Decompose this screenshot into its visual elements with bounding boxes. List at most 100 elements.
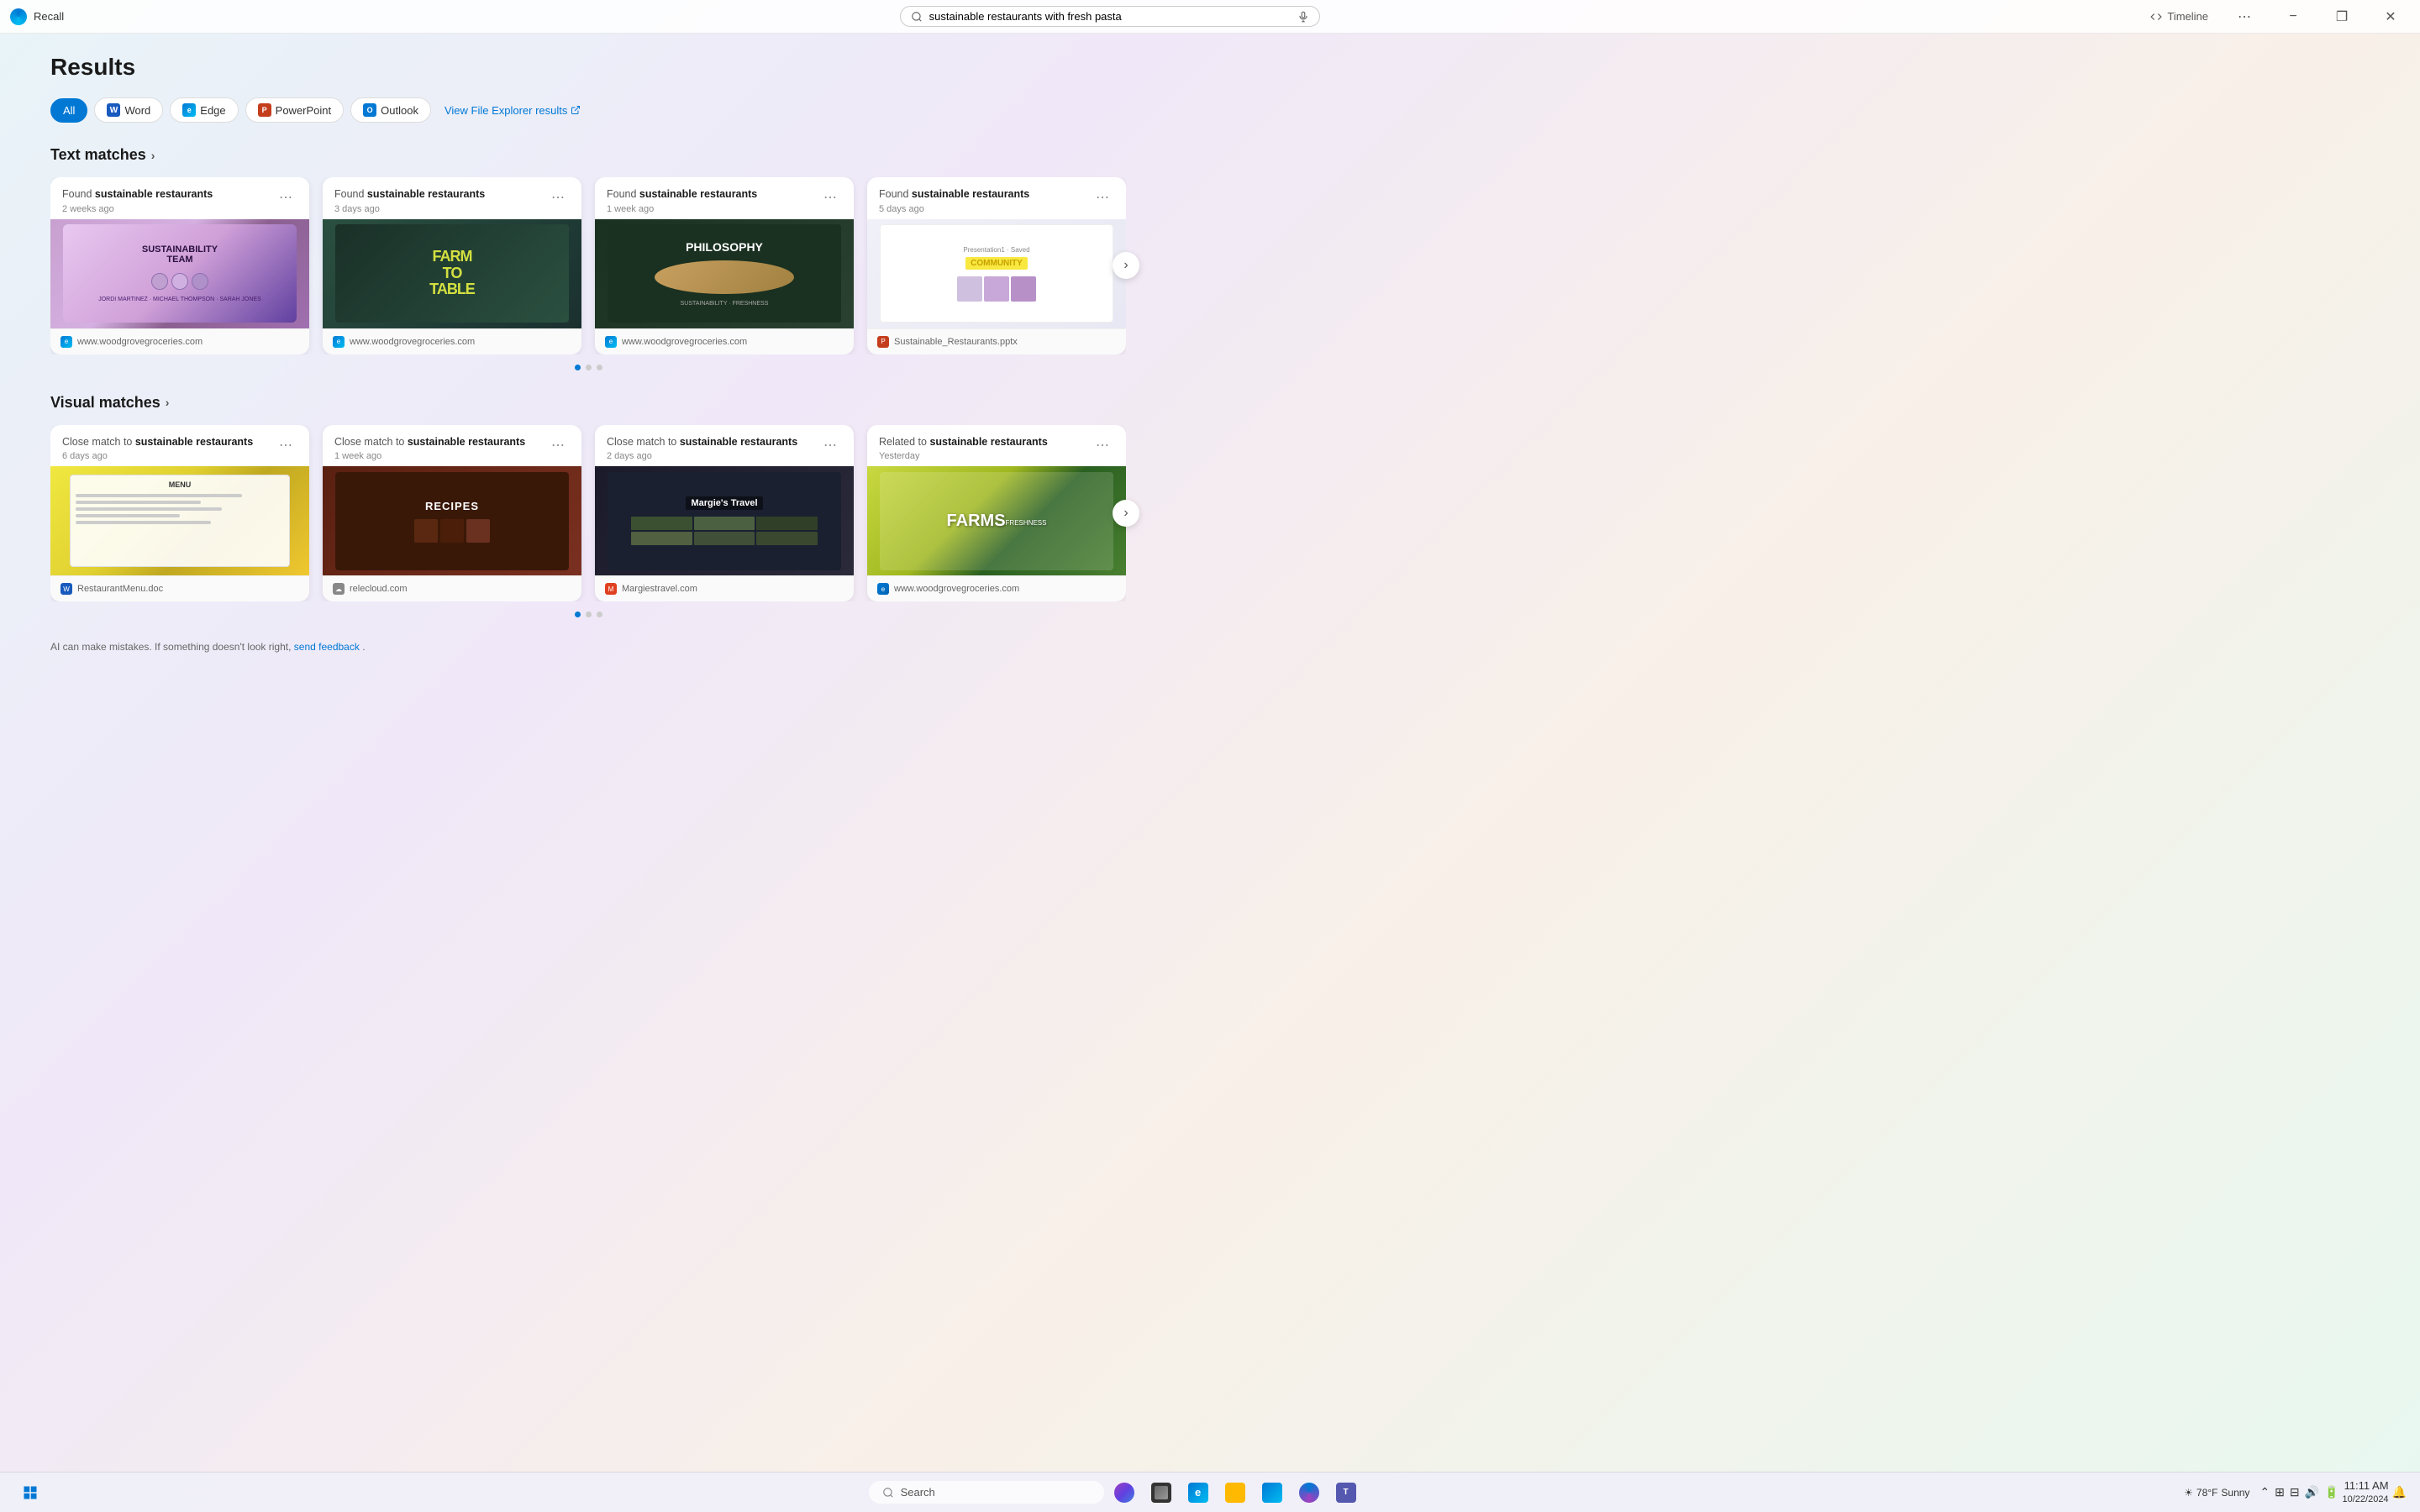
text-match-card-4[interactable]: Found sustainable restaurants 5 days ago… (867, 177, 1126, 354)
more-options-button[interactable]: ⋯ (2225, 0, 2264, 34)
dot-3[interactable] (597, 365, 602, 370)
title-searchbar[interactable] (900, 6, 1320, 27)
text-match-card-2[interactable]: Found sustainable restaurants 3 days ago… (323, 177, 581, 354)
visual-card-title-3: Close match to sustainable restaurants (607, 435, 797, 450)
filter-tab-edge[interactable]: e Edge (170, 97, 238, 123)
taskbar-store-button[interactable] (1255, 1476, 1289, 1509)
files-icon (1225, 1483, 1245, 1503)
visual-card-image-2: RECIPES (323, 466, 581, 575)
chevron-up-icon[interactable]: ⌃ (2260, 1485, 2270, 1499)
visual-card-source-2: ☁ relecloud.com (323, 575, 581, 601)
visual-matches-header[interactable]: Visual matches › (50, 394, 1126, 412)
card-title-4: Found sustainable restaurants (879, 187, 1029, 202)
menu-image: MENU (50, 466, 309, 575)
visual-card-image-4: FARMS FRESHNESS (867, 466, 1126, 575)
minimize-button[interactable]: − (2274, 0, 2312, 34)
taskbar-search[interactable]: Search (869, 1481, 1104, 1504)
visual-source-favicon-1: W (60, 583, 72, 595)
microphone-icon[interactable] (1297, 11, 1309, 23)
text-match-card-3[interactable]: Found sustainable restaurants 1 week ago… (595, 177, 854, 354)
ai-notice-end: . (362, 641, 365, 653)
card-header-4: Found sustainable restaurants 5 days ago… (867, 177, 1126, 219)
notification-icon[interactable]: 🔔 (2392, 1485, 2407, 1499)
visual-dot-3[interactable] (597, 612, 602, 617)
filter-tab-all[interactable]: All (50, 98, 87, 123)
visual-card-date-4: Yesterday (879, 451, 1048, 461)
taskbar-teams-button[interactable]: T (1329, 1476, 1363, 1509)
windows-icon (23, 1485, 38, 1500)
visual-card-source-3: M Margiestravel.com (595, 575, 854, 601)
view-file-explorer-link[interactable]: View File Explorer results (445, 104, 581, 117)
visual-card-title-1: Close match to sustainable restaurants (62, 435, 253, 450)
visual-dot-1[interactable] (575, 612, 581, 617)
card-image-2: FARMTOTABLE (323, 219, 581, 328)
visual-match-card-3[interactable]: Close match to sustainable restaurants 2… (595, 425, 854, 602)
travel-image: Margie's Travel (595, 466, 854, 575)
network-icon[interactable]: ⊞ (2275, 1485, 2285, 1499)
start-button[interactable] (13, 1476, 47, 1509)
taskbar-recall-button[interactable] (1292, 1476, 1326, 1509)
close-button[interactable]: ✕ (2371, 0, 2410, 34)
outlook-icon: O (363, 103, 376, 117)
taskbar-browser-button[interactable] (1144, 1476, 1178, 1509)
page-title: Results (50, 54, 1126, 81)
recipes-image: RECIPES (323, 466, 581, 575)
dot-1[interactable] (575, 365, 581, 370)
visual-card-image-1: MENU (50, 466, 309, 575)
visual-card-date-2: 1 week ago (334, 451, 525, 461)
card-menu-4[interactable]: ⋯ (1091, 187, 1114, 207)
wifi-icon[interactable]: ⊟ (2290, 1485, 2300, 1499)
card-source-2: e www.woodgrovegroceries.com (323, 328, 581, 354)
text-match-card-1[interactable]: Found sustainable restaurants 2 weeks ag… (50, 177, 309, 354)
ai-notice-text: AI can make mistakes. If something doesn… (50, 641, 291, 653)
visual-card-source-1: W RestaurantMenu.doc (50, 575, 309, 601)
source-favicon-3: e (605, 336, 617, 348)
card-image-4: Presentation1 · Saved COMMUNITY (867, 219, 1126, 328)
taskbar-left (13, 1476, 47, 1509)
filter-tab-outlook[interactable]: O Outlook (350, 97, 431, 123)
restore-button[interactable]: ❐ (2323, 0, 2361, 34)
filter-outlook-label: Outlook (381, 104, 418, 117)
visual-card-menu-4[interactable]: ⋯ (1091, 435, 1114, 455)
source-favicon-2: e (333, 336, 345, 348)
dot-2[interactable] (586, 365, 592, 370)
filter-tab-powerpoint[interactable]: P PowerPoint (245, 97, 344, 123)
card-image-1: SUSTAINABILITYTEAM JORDI MARTINEZ · MICH… (50, 219, 309, 328)
main-content: Results All W Word e Edge P PowerPoint O… (0, 34, 1176, 673)
taskbar-search-label: Search (901, 1486, 935, 1499)
view-file-label: View File Explorer results (445, 104, 567, 117)
text-matches-header[interactable]: Text matches › (50, 146, 1126, 164)
copilot-icon (1114, 1483, 1134, 1503)
search-input[interactable] (929, 10, 1291, 23)
card-source-4: P Sustainable_Restaurants.pptx (867, 328, 1126, 354)
card-menu-2[interactable]: ⋯ (546, 187, 570, 207)
card-menu-3[interactable]: ⋯ (818, 187, 842, 207)
send-feedback-link[interactable]: send feedback (294, 641, 360, 653)
visual-carousel-arrow[interactable]: › (1113, 500, 1139, 527)
visual-card-menu-3[interactable]: ⋯ (818, 435, 842, 455)
filter-edge-label: Edge (200, 104, 225, 117)
store-icon (1262, 1483, 1282, 1503)
card-menu-1[interactable]: ⋯ (274, 187, 297, 207)
taskbar-edge-button[interactable]: e (1181, 1476, 1215, 1509)
visual-match-card-2[interactable]: Close match to sustainable restaurants 1… (323, 425, 581, 602)
search-icon (911, 11, 923, 23)
taskbar-copilot-button[interactable] (1107, 1476, 1141, 1509)
visual-card-title-4: Related to sustainable restaurants (879, 435, 1048, 450)
visual-match-card-1[interactable]: Close match to sustainable restaurants 6… (50, 425, 309, 602)
browser-icon (1151, 1483, 1171, 1503)
taskbar-files-button[interactable] (1218, 1476, 1252, 1509)
clock[interactable]: 11:11 AM 10/22/2024 (2343, 1479, 2389, 1505)
volume-icon[interactable]: 🔊 (2305, 1485, 2319, 1499)
text-carousel-arrow[interactable]: › (1113, 252, 1139, 279)
timeline-icon (2150, 11, 2162, 23)
filter-tab-word[interactable]: W Word (94, 97, 163, 123)
weather-temp: 78°F (2196, 1487, 2217, 1499)
timeline-button[interactable]: Timeline (2144, 7, 2215, 26)
visual-card-source-4: e www.woodgrovegroceries.com (867, 575, 1126, 601)
visual-dot-2[interactable] (586, 612, 592, 617)
visual-card-menu-1[interactable]: ⋯ (274, 435, 297, 455)
battery-icon[interactable]: 🔋 (2324, 1485, 2338, 1499)
visual-card-menu-2[interactable]: ⋯ (546, 435, 570, 455)
visual-match-card-4[interactable]: Related to sustainable restaurants Yeste… (867, 425, 1126, 602)
